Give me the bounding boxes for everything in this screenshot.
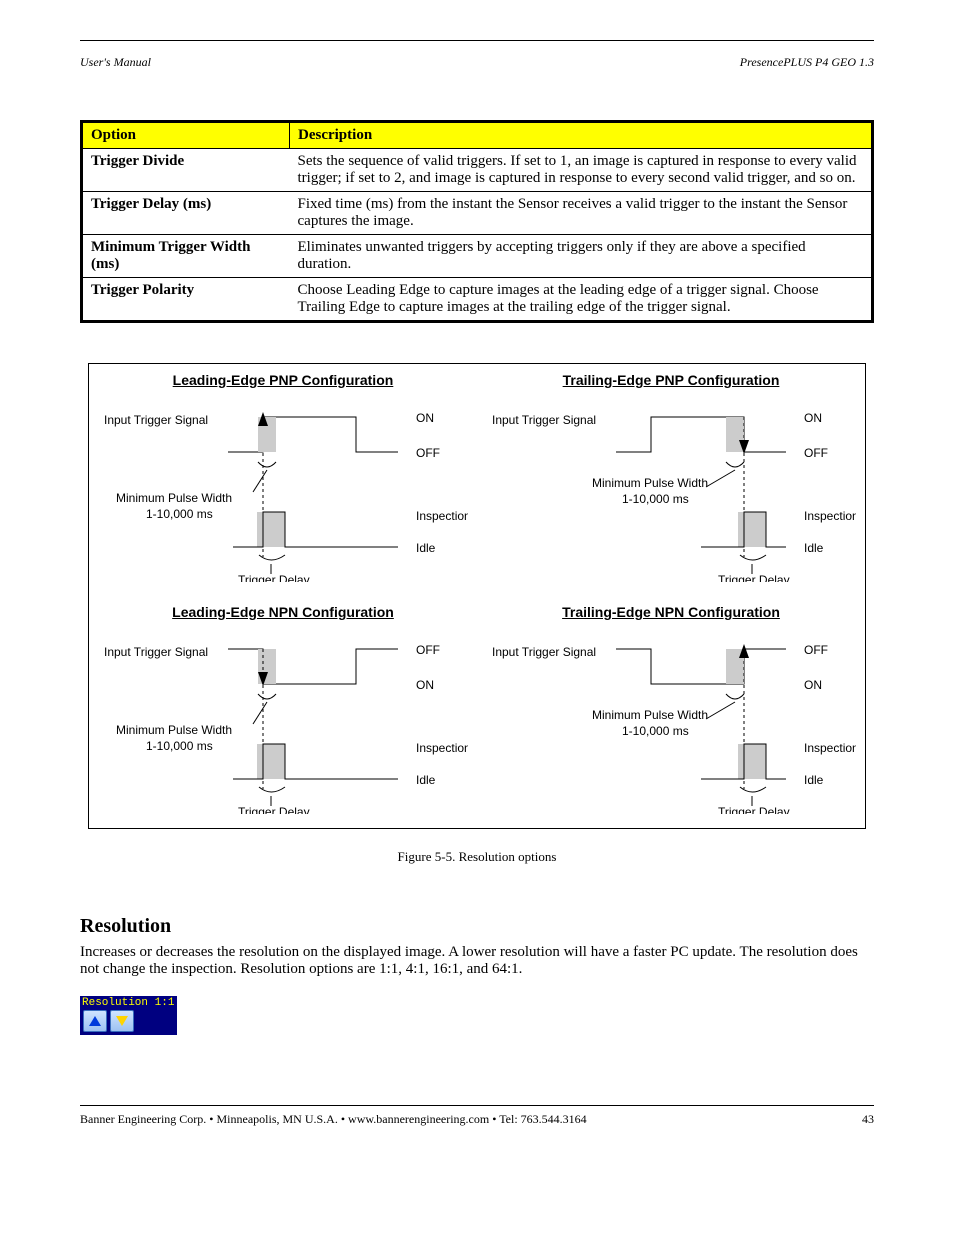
page-footer: Banner Engineering Corp. • Minneapolis, … [80, 1112, 874, 1127]
svg-text:Minimum Pulse Width: Minimum Pulse Width [116, 491, 232, 505]
header-left: User's Manual [80, 55, 151, 70]
th-desc: Description [290, 122, 873, 149]
resolution-value-label: Resolution 1:1 [80, 996, 177, 1009]
figure-caption: Figure 5-5. Resolution options [80, 849, 874, 865]
triangle-down-icon [116, 1016, 128, 1026]
svg-text:OFF: OFF [804, 643, 828, 657]
resolution-body: Increases or decreases the resolution on… [80, 944, 874, 978]
svg-text:Trigger Delay: Trigger Delay [718, 573, 790, 582]
table-row: Trigger Divide Sets the sequence of vali… [82, 149, 873, 192]
trigger-options-table: Option Description Trigger Divide Sets t… [80, 120, 874, 323]
svg-text:Input Trigger Signal: Input Trigger Signal [492, 645, 596, 659]
desc-cell: Fixed time (ms) from the instant the Sen… [290, 192, 873, 235]
svg-text:Trigger Delay: Trigger Delay [238, 573, 310, 582]
svg-text:Input Trigger Signal: Input Trigger Signal [104, 645, 208, 659]
diag-title-trailing-npn: Trailing-Edge NPN Configuration [483, 604, 859, 620]
desc-cell: Eliminates unwanted triggers by acceptin… [290, 235, 873, 278]
diagram-trailing-pnp: Input Trigger Signal ON OFF Minimum Puls… [486, 392, 856, 582]
resolution-widget: Resolution 1:1 [80, 996, 177, 1035]
table-row: Trigger Polarity Choose Leading Edge to … [82, 278, 873, 322]
table-row: Minimum Trigger Width (ms) Eliminates un… [82, 235, 873, 278]
svg-text:Idle: Idle [416, 773, 436, 787]
triangle-up-icon [89, 1016, 101, 1026]
svg-text:1-10,000 ms: 1-10,000 ms [146, 507, 213, 521]
running-header: User's Manual PresencePLUS P4 GEO 1.3 [80, 55, 874, 70]
th-option: Option [82, 122, 290, 149]
diagram-leading-pnp: Input Trigger Signal ON OFF Minimum Puls… [98, 392, 468, 582]
footer-left: Banner Engineering Corp. • Minneapolis, … [80, 1112, 587, 1127]
desc-cell: Choose Leading Edge to capture images at… [290, 278, 873, 322]
svg-text:Inspection: Inspection [804, 741, 856, 755]
svg-text:Inspection: Inspection [416, 741, 468, 755]
svg-text:ON: ON [416, 411, 434, 425]
svg-text:OFF: OFF [804, 446, 828, 460]
svg-text:ON: ON [804, 678, 822, 692]
diag-title-leading-pnp: Leading-Edge PNP Configuration [95, 372, 471, 388]
table-row: Trigger Delay (ms) Fixed time (ms) from … [82, 192, 873, 235]
opt-cell: Trigger Divide [82, 149, 290, 192]
svg-text:OFF: OFF [416, 446, 440, 460]
svg-text:Input Trigger Signal: Input Trigger Signal [104, 413, 208, 427]
svg-text:1-10,000 ms: 1-10,000 ms [146, 739, 213, 753]
svg-text:Input Trigger Signal: Input Trigger Signal [492, 413, 596, 427]
diag-title-trailing-pnp: Trailing-Edge PNP Configuration [483, 372, 859, 388]
svg-text:Inspection: Inspection [416, 509, 468, 523]
svg-text:Idle: Idle [804, 541, 824, 555]
svg-text:Trigger Delay: Trigger Delay [718, 805, 790, 814]
opt-cell: Trigger Delay (ms) [82, 192, 290, 235]
svg-text:ON: ON [804, 411, 822, 425]
opt-cell: Trigger Polarity [82, 278, 290, 322]
resolution-down-button[interactable] [110, 1010, 134, 1032]
svg-text:Minimum Pulse Width: Minimum Pulse Width [592, 708, 708, 722]
diagram-leading-npn: Input Trigger Signal OFF ON Minimum Puls… [98, 624, 468, 814]
svg-text:1-10,000 ms: 1-10,000 ms [622, 724, 689, 738]
opt-cell: Minimum Trigger Width (ms) [82, 235, 290, 278]
diag-title-leading-npn: Leading-Edge NPN Configuration [95, 604, 471, 620]
svg-text:Minimum Pulse Width: Minimum Pulse Width [116, 723, 232, 737]
header-right: PresencePLUS P4 GEO 1.3 [740, 55, 874, 70]
svg-text:Inspection: Inspection [804, 509, 856, 523]
desc-cell: Sets the sequence of valid triggers. If … [290, 149, 873, 192]
resolution-up-button[interactable] [83, 1010, 107, 1032]
svg-text:Idle: Idle [804, 773, 824, 787]
svg-text:1-10,000 ms: 1-10,000 ms [622, 492, 689, 506]
svg-text:ON: ON [416, 678, 434, 692]
svg-text:OFF: OFF [416, 643, 440, 657]
svg-text:Minimum Pulse Width: Minimum Pulse Width [592, 476, 708, 490]
footer-right: 43 [862, 1112, 874, 1127]
timing-diagram-figure: Leading-Edge PNP Configuration Input Tri… [88, 363, 866, 829]
resolution-heading: Resolution [80, 915, 874, 938]
diagram-trailing-npn: Input Trigger Signal OFF ON Minimum Puls… [486, 624, 856, 814]
svg-text:Idle: Idle [416, 541, 436, 555]
svg-text:Trigger Delay: Trigger Delay [238, 805, 310, 814]
